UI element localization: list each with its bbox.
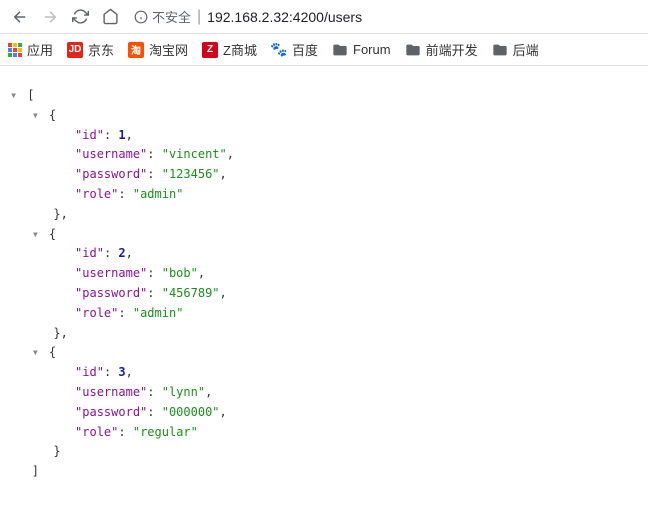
folder-icon (492, 42, 508, 58)
json-object-open: ▾ { (10, 343, 638, 363)
json-prop-password: "password": "000000", (10, 403, 638, 423)
json-prop-password: "password": "456789", (10, 284, 638, 304)
json-object-open: ▾ { (10, 106, 638, 126)
caret-icon[interactable]: ▾ (32, 225, 42, 245)
arrow-right-icon (41, 8, 59, 26)
bookmark-label: Forum (353, 42, 391, 57)
bookmark-forum[interactable]: Forum (332, 42, 391, 58)
json-viewer: ▾ [ ▾ { "id": 1, "username": "vincent", … (0, 66, 648, 502)
info-icon (134, 10, 148, 24)
json-prop-password: "password": "123456", (10, 165, 638, 185)
caret-icon[interactable]: ▾ (32, 343, 42, 363)
json-prop-role: "role": "regular" (10, 423, 638, 443)
bookmark-baidu[interactable]: 🐾 百度 (271, 40, 318, 59)
bookmarks-bar: 应用 JD 京东 淘 淘宝网 Z Z商城 🐾 百度 Forum 前端开发 后端 (0, 34, 648, 66)
baidu-icon: 🐾 (271, 42, 287, 58)
forward-button[interactable] (38, 5, 62, 29)
insecure-label: 不安全 (152, 7, 191, 26)
address-bar[interactable]: 不安全 | 192.168.2.32:4200/users (134, 7, 640, 26)
security-indicator[interactable]: 不安全 (134, 7, 191, 26)
bookmark-label: 后端 (513, 40, 539, 59)
apps-icon (8, 43, 22, 57)
bookmark-label: Z商城 (223, 40, 257, 59)
json-prop-username: "username": "bob", (10, 264, 638, 284)
folder-icon (405, 42, 421, 58)
bookmark-label: 百度 (292, 40, 318, 59)
reload-button[interactable] (68, 5, 92, 29)
apps-button[interactable]: 应用 (8, 40, 53, 59)
url-text: 192.168.2.32:4200/users (207, 9, 362, 25)
json-array-close: ] (10, 462, 638, 482)
json-object-close: } (10, 442, 638, 462)
bookmark-label: 京东 (88, 40, 114, 59)
bookmark-zmall[interactable]: Z Z商城 (202, 40, 257, 59)
json-prop-id: "id": 1, (10, 126, 638, 146)
json-object-close: }, (10, 324, 638, 344)
taobao-icon: 淘 (128, 42, 144, 58)
apps-label: 应用 (27, 40, 53, 59)
home-button[interactable] (98, 5, 122, 29)
bookmark-label: 前端开发 (426, 40, 478, 59)
json-prop-role: "role": "admin" (10, 185, 638, 205)
caret-icon[interactable]: ▾ (32, 106, 42, 126)
folder-icon (332, 42, 348, 58)
jd-icon: JD (67, 42, 83, 58)
back-button[interactable] (8, 5, 32, 29)
arrow-left-icon (11, 8, 29, 26)
json-array-open: ▾ [ (10, 86, 638, 106)
bookmark-jd[interactable]: JD 京东 (67, 40, 114, 59)
json-prop-role: "role": "admin" (10, 304, 638, 324)
reload-icon (72, 8, 89, 25)
bookmark-label: 淘宝网 (149, 40, 188, 59)
json-object-close: }, (10, 205, 638, 225)
json-prop-username: "username": "lynn", (10, 383, 638, 403)
home-icon (102, 8, 119, 25)
json-prop-id: "id": 3, (10, 363, 638, 383)
json-prop-username: "username": "vincent", (10, 145, 638, 165)
json-object-open: ▾ { (10, 225, 638, 245)
zmall-icon: Z (202, 42, 218, 58)
bookmark-frontend[interactable]: 前端开发 (405, 40, 478, 59)
caret-icon[interactable]: ▾ (10, 86, 20, 106)
bookmark-backend[interactable]: 后端 (492, 40, 539, 59)
browser-toolbar: 不安全 | 192.168.2.32:4200/users (0, 0, 648, 34)
bookmark-taobao[interactable]: 淘 淘宝网 (128, 40, 188, 59)
json-prop-id: "id": 2, (10, 244, 638, 264)
